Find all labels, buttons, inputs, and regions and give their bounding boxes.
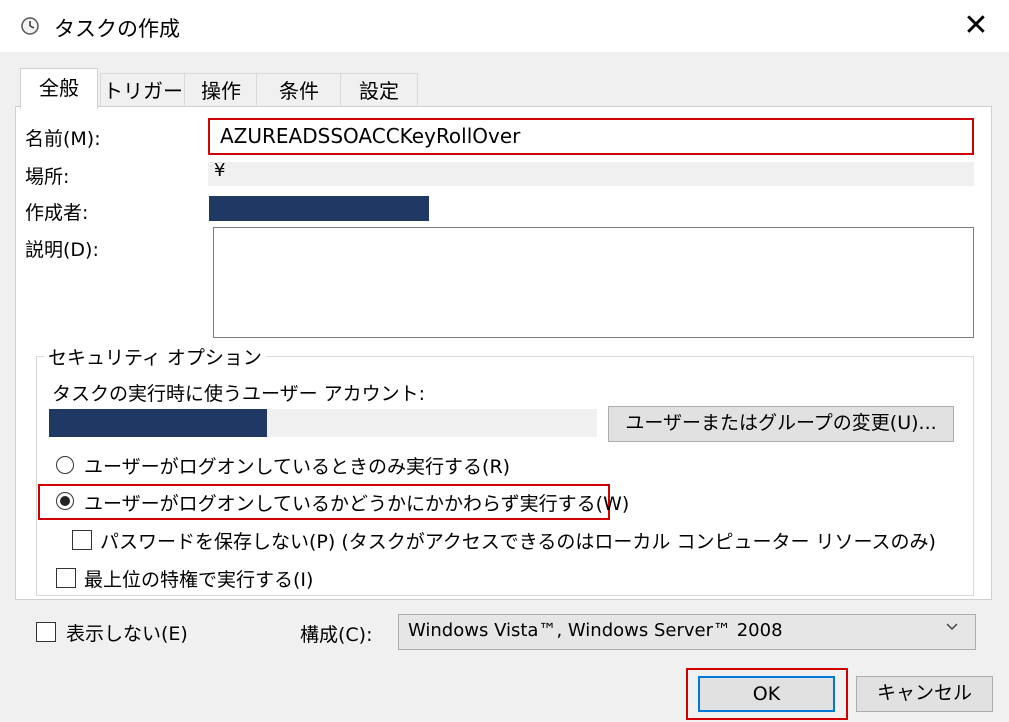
location-field [208,162,974,186]
config-label: 構成(C): [300,624,373,646]
author-label: 作成者: [25,202,89,224]
no-password-checkbox[interactable] [72,530,92,550]
radio-selected-dot [60,496,70,506]
change-user-button[interactable]: ユーザーまたはグループの変更(U)... [608,406,954,442]
tab-general[interactable]: 全般 [20,68,98,109]
ok-button[interactable]: OK [698,676,835,712]
tab-triggers[interactable]: トリガー [100,73,186,108]
clock-icon [21,17,39,35]
security-options-legend: セキュリティ オプション [44,343,266,370]
description-label: 説明(D): [25,239,99,261]
name-label: 名前(M): [25,128,101,150]
hidden-label[interactable]: 表示しない(E) [66,619,188,646]
cancel-button[interactable]: キャンセル [856,676,993,712]
radio-logged-on[interactable] [56,456,74,474]
location-value: ¥ [214,160,226,181]
hidden-checkbox[interactable] [36,622,56,642]
radio-whether-logged-on[interactable] [56,492,74,510]
location-label: 場所: [25,166,70,188]
tab-settings[interactable]: 設定 [340,73,418,108]
description-field[interactable] [213,227,974,338]
user-account-redacted [49,409,267,437]
run-as-label: タスクの実行時に使うユーザー アカウント: [52,383,426,405]
author-redacted [209,196,429,221]
name-field[interactable]: AZUREADSSOACCKeyRollOver [208,118,974,155]
window-title: タスクの作成 [54,17,180,41]
user-account-field [267,409,597,437]
radio-logged-on-label[interactable]: ユーザーがログオンしているときのみ実行する(R) [84,452,510,479]
config-value: Windows Vista™, Windows Server™ 2008 [408,620,783,641]
highest-privileges-label[interactable]: 最上位の特権で実行する(I) [84,565,313,592]
tab-conditions[interactable]: 条件 [256,73,342,108]
tab-actions[interactable]: 操作 [184,73,258,108]
no-password-label[interactable]: パスワードを保存しない(P) (タスクがアクセスできるのはローカル コンピュータ… [100,527,936,554]
chevron-down-icon [946,623,958,631]
close-icon[interactable]: ✕ [950,4,1002,48]
highest-privileges-checkbox[interactable] [56,568,76,588]
radio-whether-logged-on-label[interactable]: ユーザーがログオンしているかどうかにかかわらず実行する(W) [84,489,629,516]
